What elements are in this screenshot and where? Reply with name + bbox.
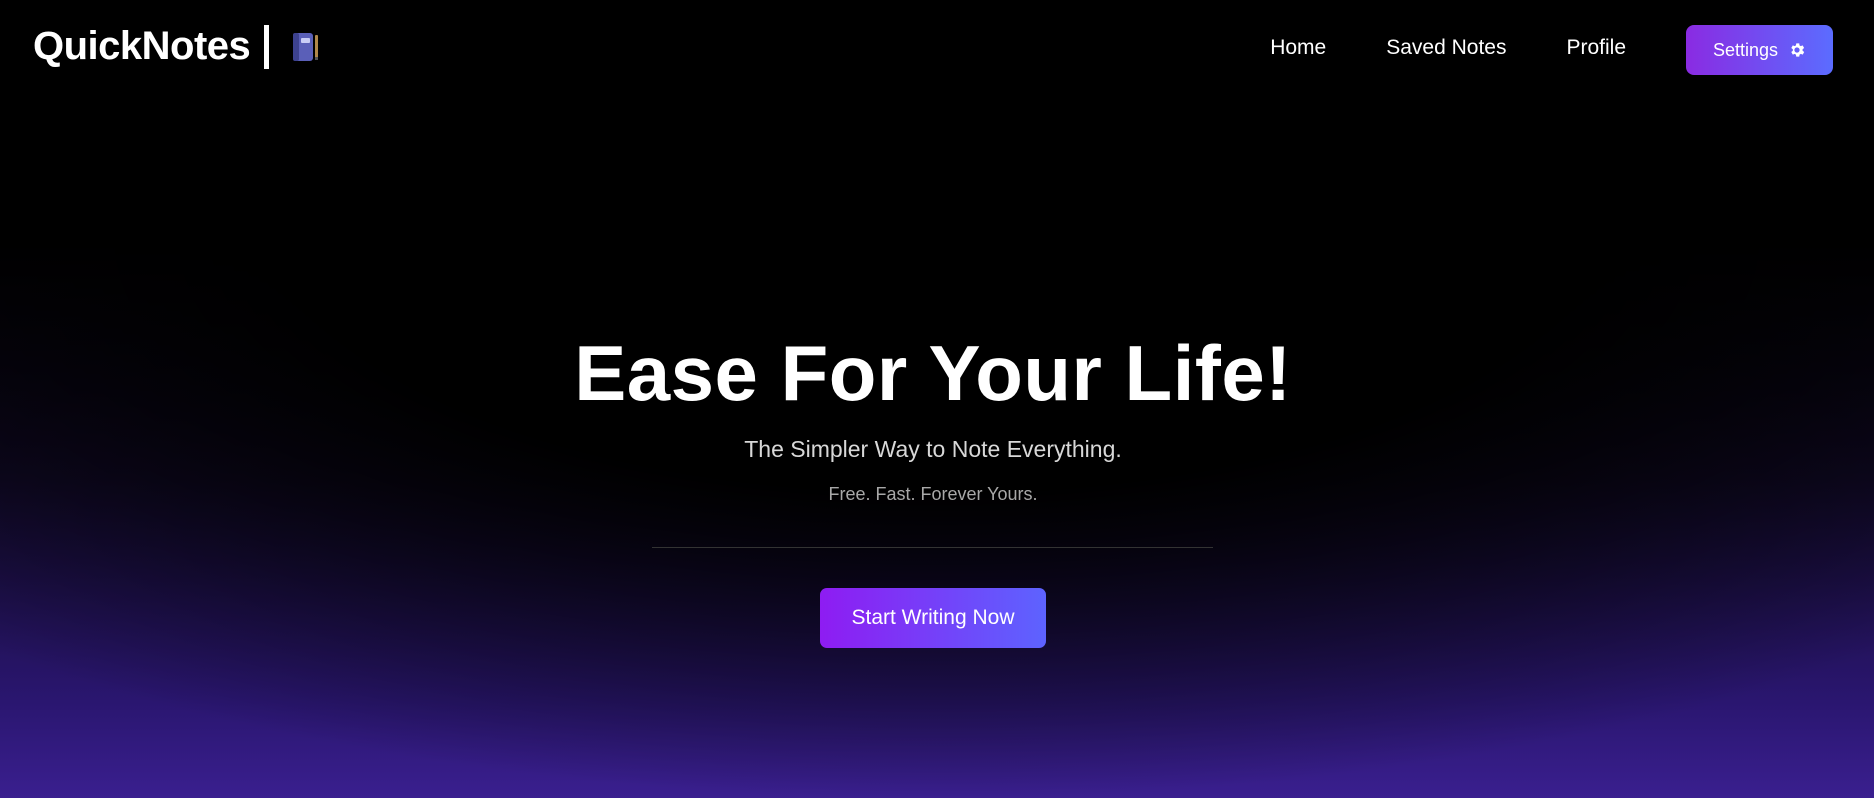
nav-link-home[interactable]: Home: [1270, 36, 1326, 60]
hero-subtitle: The Simpler Way to Note Everything.: [744, 436, 1122, 462]
settings-button[interactable]: Settings: [1686, 25, 1833, 75]
gear-icon: [1791, 43, 1805, 57]
landing-page: QuickNotes Home Saved Notes Profile Sett…: [0, 0, 1874, 798]
settings-button-label: Settings: [1712, 39, 1779, 60]
navbar: QuickNotes Home Saved Notes Profile Sett…: [0, 0, 1874, 100]
hero-tagline: Free. Fast. Forever Yours.: [828, 484, 1038, 504]
hero-divider: [652, 547, 1213, 548]
brand-name: QuickNotes: [33, 24, 251, 68]
nav-link-saved-notes[interactable]: Saved Notes: [1386, 36, 1506, 60]
hero-title: Ease For Your Life!: [574, 329, 1292, 417]
nav-link-profile[interactable]: Profile: [1566, 36, 1626, 60]
brand-divider: [264, 24, 270, 69]
nav-links: Home Saved Notes Profile: [1270, 36, 1626, 60]
start-writing-button[interactable]: Start Writing Now: [820, 588, 1046, 648]
notebook-icon: [293, 32, 319, 61]
brand[interactable]: QuickNotes: [33, 24, 321, 69]
